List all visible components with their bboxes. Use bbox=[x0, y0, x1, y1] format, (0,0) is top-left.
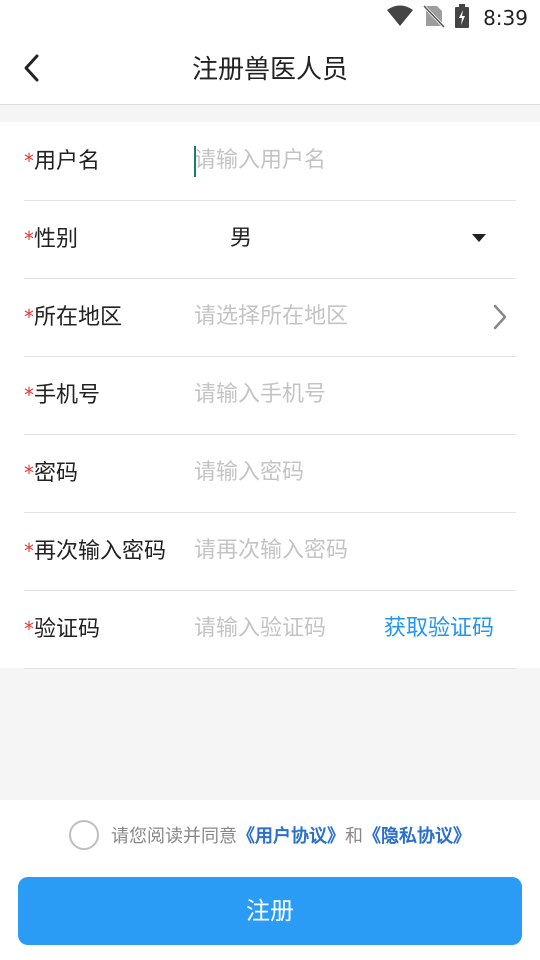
required-mark: * bbox=[24, 227, 34, 251]
required-mark: * bbox=[24, 539, 34, 563]
status-time: 8:39 bbox=[483, 6, 528, 30]
username-label: *用户名 bbox=[24, 149, 101, 174]
required-mark: * bbox=[24, 383, 34, 407]
battery-charging-icon bbox=[455, 4, 470, 32]
password-label: *密码 bbox=[24, 461, 79, 486]
phone-input[interactable] bbox=[194, 356, 494, 434]
page-title: 注册兽医人员 bbox=[191, 55, 348, 85]
password-input[interactable] bbox=[194, 434, 494, 512]
required-mark: * bbox=[24, 149, 34, 173]
username-row: *用户名 bbox=[24, 122, 516, 201]
agreement-prefix: 请您阅读并同意 bbox=[111, 826, 237, 847]
back-chevron-icon bbox=[22, 53, 42, 87]
phone-row: *手机号 bbox=[24, 356, 516, 435]
agreement-row: 请您阅读并同意 《用户协议》 和 《隐私协议》 bbox=[0, 816, 540, 854]
gender-label: *性别 bbox=[24, 227, 79, 252]
required-mark: * bbox=[24, 461, 34, 485]
username-input[interactable] bbox=[194, 122, 494, 200]
back-button[interactable] bbox=[12, 50, 52, 90]
verification-code-input[interactable] bbox=[194, 590, 374, 668]
password-row: *密码 bbox=[24, 434, 516, 513]
dropdown-arrow-icon[interactable] bbox=[472, 234, 486, 242]
phone-label: *手机号 bbox=[24, 383, 101, 408]
bottom-panel: 请您阅读并同意 《用户协议》 和 《隐私协议》 注册 bbox=[0, 800, 540, 960]
text-cursor bbox=[194, 146, 196, 177]
status-bar: 8:39 bbox=[0, 0, 540, 36]
region-selector[interactable]: 请选择所在地区 bbox=[194, 278, 348, 356]
gender-row[interactable]: *性别 男 bbox=[24, 200, 516, 279]
confirm-password-label: *再次输入密码 bbox=[24, 539, 167, 564]
no-sim-icon bbox=[422, 4, 446, 32]
title-bar: 注册兽医人员 bbox=[0, 36, 540, 105]
verification-code-row: *验证码 获取验证码 bbox=[24, 590, 516, 669]
registration-form: *用户名 *性别 男 *所在地区 请选择所在地区 *手机号 *密码 bbox=[0, 122, 540, 669]
agreement-conjunction: 和 bbox=[345, 826, 363, 847]
region-row[interactable]: *所在地区 请选择所在地区 bbox=[24, 278, 516, 357]
verification-code-label: *验证码 bbox=[24, 617, 101, 642]
register-button[interactable]: 注册 bbox=[18, 877, 522, 945]
wifi-icon bbox=[387, 5, 414, 31]
chevron-right-icon[interactable] bbox=[490, 304, 510, 330]
confirm-password-row: *再次输入密码 bbox=[24, 512, 516, 591]
user-agreement-link[interactable]: 《用户协议》 bbox=[237, 822, 345, 848]
confirm-password-input[interactable] bbox=[194, 512, 494, 590]
privacy-agreement-link[interactable]: 《隐私协议》 bbox=[363, 822, 471, 848]
get-code-button[interactable]: 获取验证码 bbox=[384, 590, 494, 668]
required-mark: * bbox=[24, 617, 34, 641]
agreement-checkbox[interactable] bbox=[69, 820, 99, 850]
gender-select-value[interactable]: 男 bbox=[230, 200, 252, 278]
required-mark: * bbox=[24, 305, 34, 329]
region-label: *所在地区 bbox=[24, 305, 123, 330]
status-icons: 8:39 bbox=[387, 4, 528, 32]
